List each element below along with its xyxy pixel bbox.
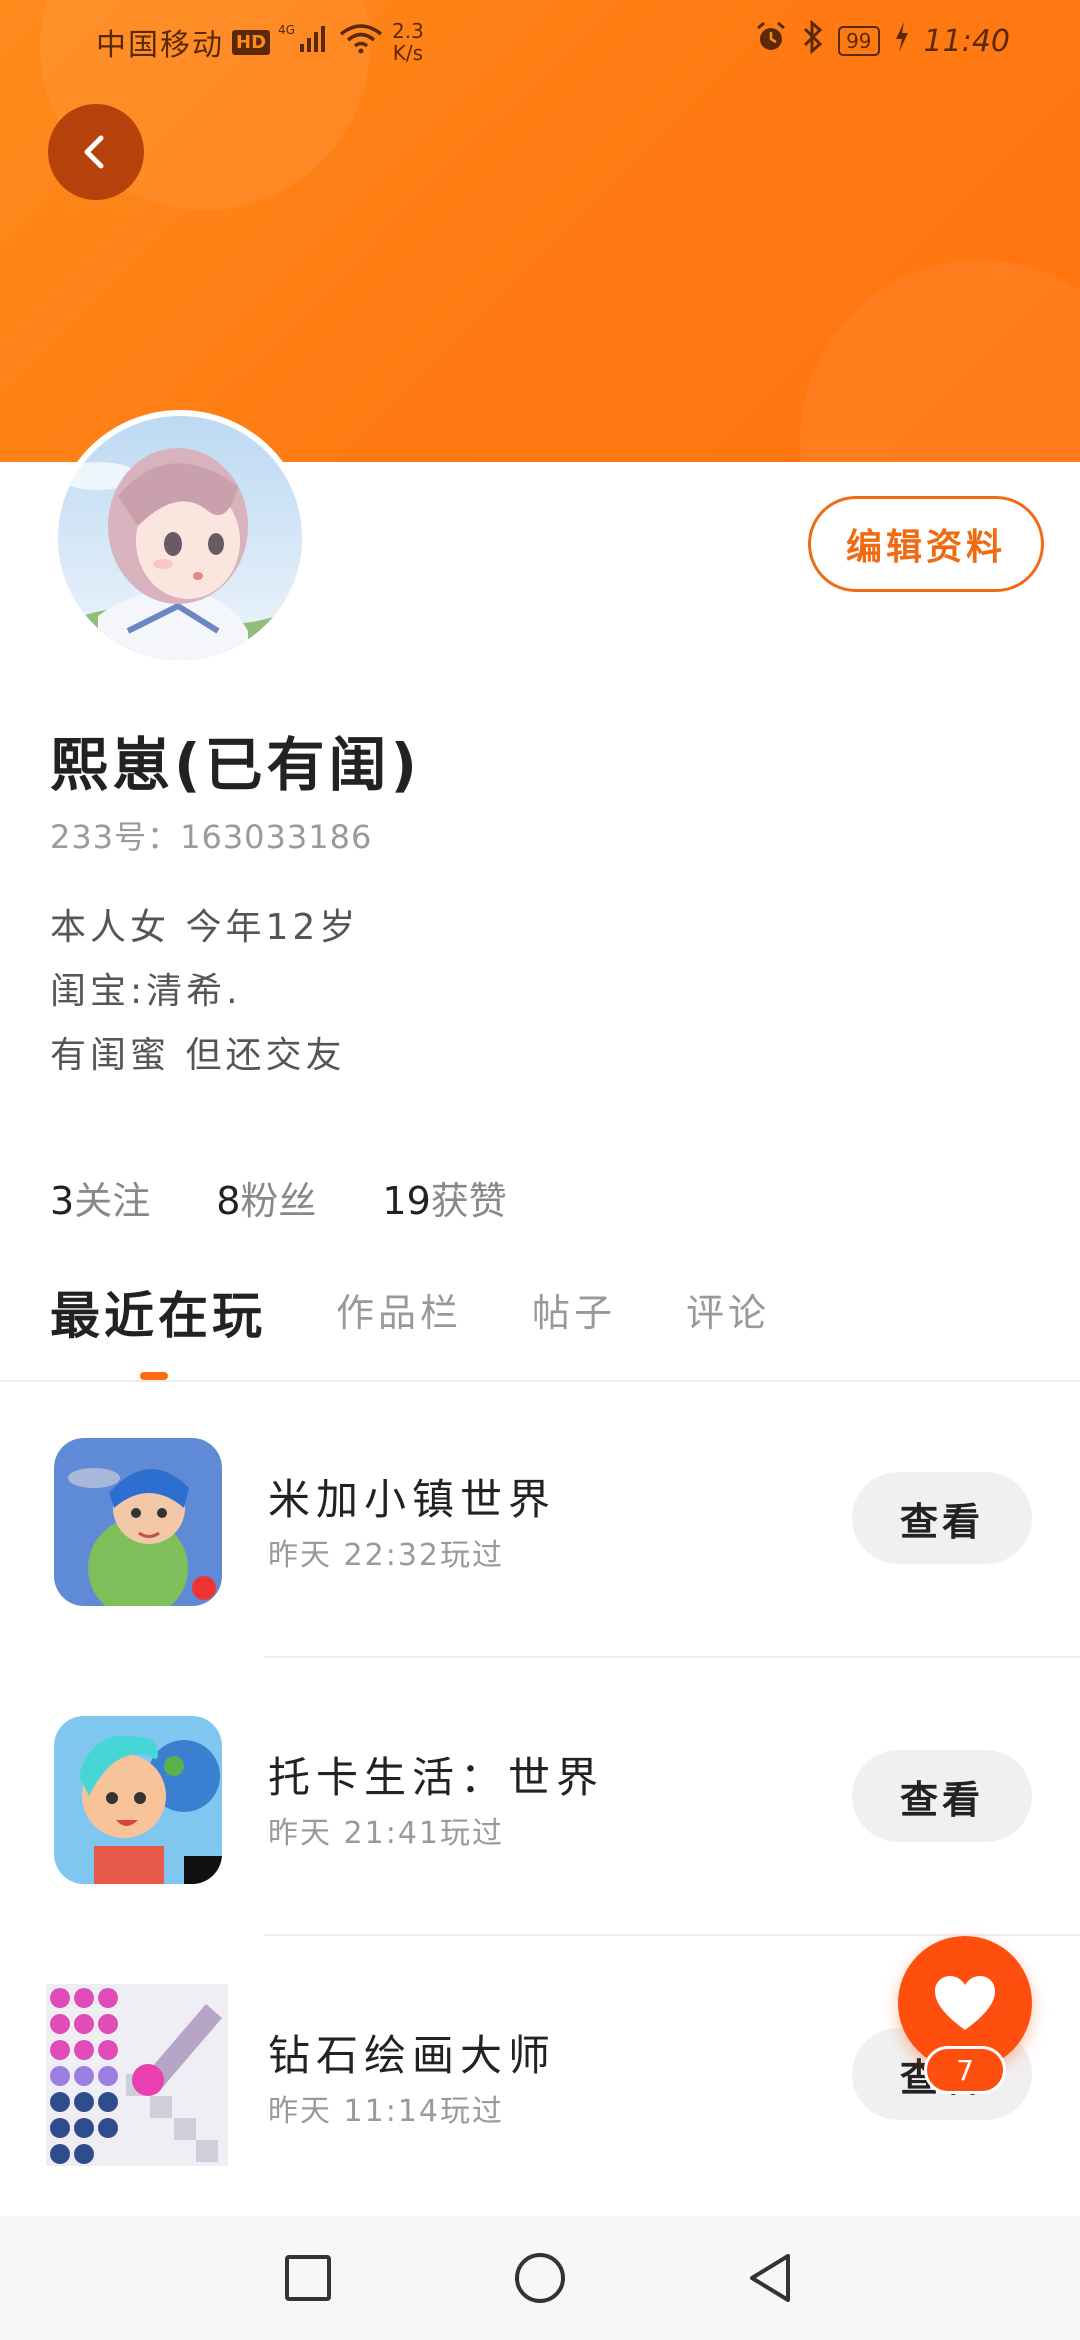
- tab-recently-played[interactable]: 最近在玩: [50, 1276, 266, 1348]
- edit-profile-button[interactable]: 编辑资料: [808, 496, 1044, 592]
- game-last-played: 昨天 11:14玩过: [268, 2094, 504, 2129]
- game-name: 钻石绘画大师: [268, 2031, 557, 2080]
- bio-line: 闺宝:清希.: [50, 971, 242, 1012]
- circle-icon: [515, 2253, 565, 2303]
- game-last-played: 昨天 21:41玩过: [268, 1816, 504, 1851]
- game-icon: [46, 1984, 228, 2166]
- bluetooth-icon: [802, 19, 824, 62]
- recent-apps-button[interactable]: [280, 2250, 336, 2306]
- clock: 11:40: [923, 23, 1010, 59]
- bio-line: 有闺蜜 但还交友: [50, 1035, 346, 1076]
- like-count-badge: 7: [924, 2046, 1006, 2094]
- triangle-back-icon: [750, 2254, 790, 2302]
- chevron-left-icon: [84, 135, 104, 169]
- tab-comments[interactable]: 评论: [686, 1282, 770, 1337]
- tab-works[interactable]: 作品栏: [336, 1282, 462, 1337]
- game-last-played: 昨天 22:32玩过: [268, 1538, 504, 1573]
- stat-label: 获赞: [430, 1179, 507, 1223]
- user-id-label: 233号：: [50, 818, 181, 856]
- home-button[interactable]: [512, 2250, 568, 2306]
- stat-number: 8: [216, 1179, 241, 1223]
- user-id: 233号：163033186: [50, 812, 372, 858]
- carrier-name: 中国移动: [96, 28, 224, 63]
- view-button[interactable]: 查看: [852, 1472, 1032, 1564]
- tab-posts[interactable]: 帖子: [532, 1282, 616, 1337]
- divider: [264, 1656, 1080, 1658]
- charging-icon: [894, 22, 910, 60]
- battery-indicator: 99: [838, 26, 880, 56]
- status-bar: 中国移动 HD 4G 2.3 K/s 99 11:40: [0, 0, 1080, 80]
- stat-label: 关注: [74, 1179, 151, 1223]
- profile-page: 中国移动 HD 4G 2.3 K/s 99 11:40 编辑资料 熙崽(已有闺)…: [0, 0, 1080, 2340]
- stat-likes[interactable]: 19获赞: [382, 1170, 506, 1225]
- system-navigation-bar: [0, 2216, 1080, 2340]
- user-id-value: 163033186: [180, 818, 373, 856]
- active-tab-indicator: [140, 1372, 168, 1380]
- banner-decoration: [800, 260, 1080, 462]
- bio-line: 本人女 今年12岁: [50, 907, 360, 948]
- avatar[interactable]: [52, 410, 308, 666]
- heart-icon: [935, 1976, 995, 2030]
- hd-badge: HD: [232, 29, 271, 55]
- stat-following[interactable]: 3关注: [50, 1170, 150, 1225]
- stat-number: 3: [50, 1179, 75, 1223]
- profile-stats: 3关注 8粉丝 19获赞: [50, 1170, 507, 1225]
- network-speed: 2.3 K/s: [392, 19, 424, 65]
- wifi-icon: [338, 22, 384, 62]
- game-icon: [54, 1438, 222, 1606]
- bio: 本人女 今年12岁 闺宝:清希. 有闺蜜 但还交友: [50, 896, 359, 1088]
- avatar-image: [58, 416, 302, 660]
- system-back-button[interactable]: [742, 2250, 798, 2306]
- game-icon: [54, 1716, 222, 1884]
- list-item[interactable]: 托卡生活：世界 昨天 21:41玩过 查看: [0, 1660, 1080, 1936]
- back-button[interactable]: [48, 104, 144, 200]
- view-button[interactable]: 查看: [852, 1750, 1032, 1842]
- game-name: 托卡生活：世界: [268, 1753, 605, 1802]
- stat-label: 粉丝: [240, 1179, 317, 1223]
- stat-number: 19: [382, 1179, 431, 1223]
- profile-tabs: 最近在玩 作品栏 帖子 评论: [50, 1282, 840, 1362]
- alarm-icon: [754, 20, 788, 62]
- svg-text:4G: 4G: [278, 23, 295, 37]
- list-item[interactable]: 米加小镇世界 昨天 22:32玩过 查看: [0, 1382, 1080, 1658]
- signal-icon: 4G: [278, 22, 330, 62]
- username: 熙崽(已有闺): [50, 731, 422, 799]
- game-name: 米加小镇世界: [268, 1475, 557, 1524]
- square-icon: [285, 2255, 331, 2301]
- stat-followers[interactable]: 8粉丝: [216, 1170, 316, 1225]
